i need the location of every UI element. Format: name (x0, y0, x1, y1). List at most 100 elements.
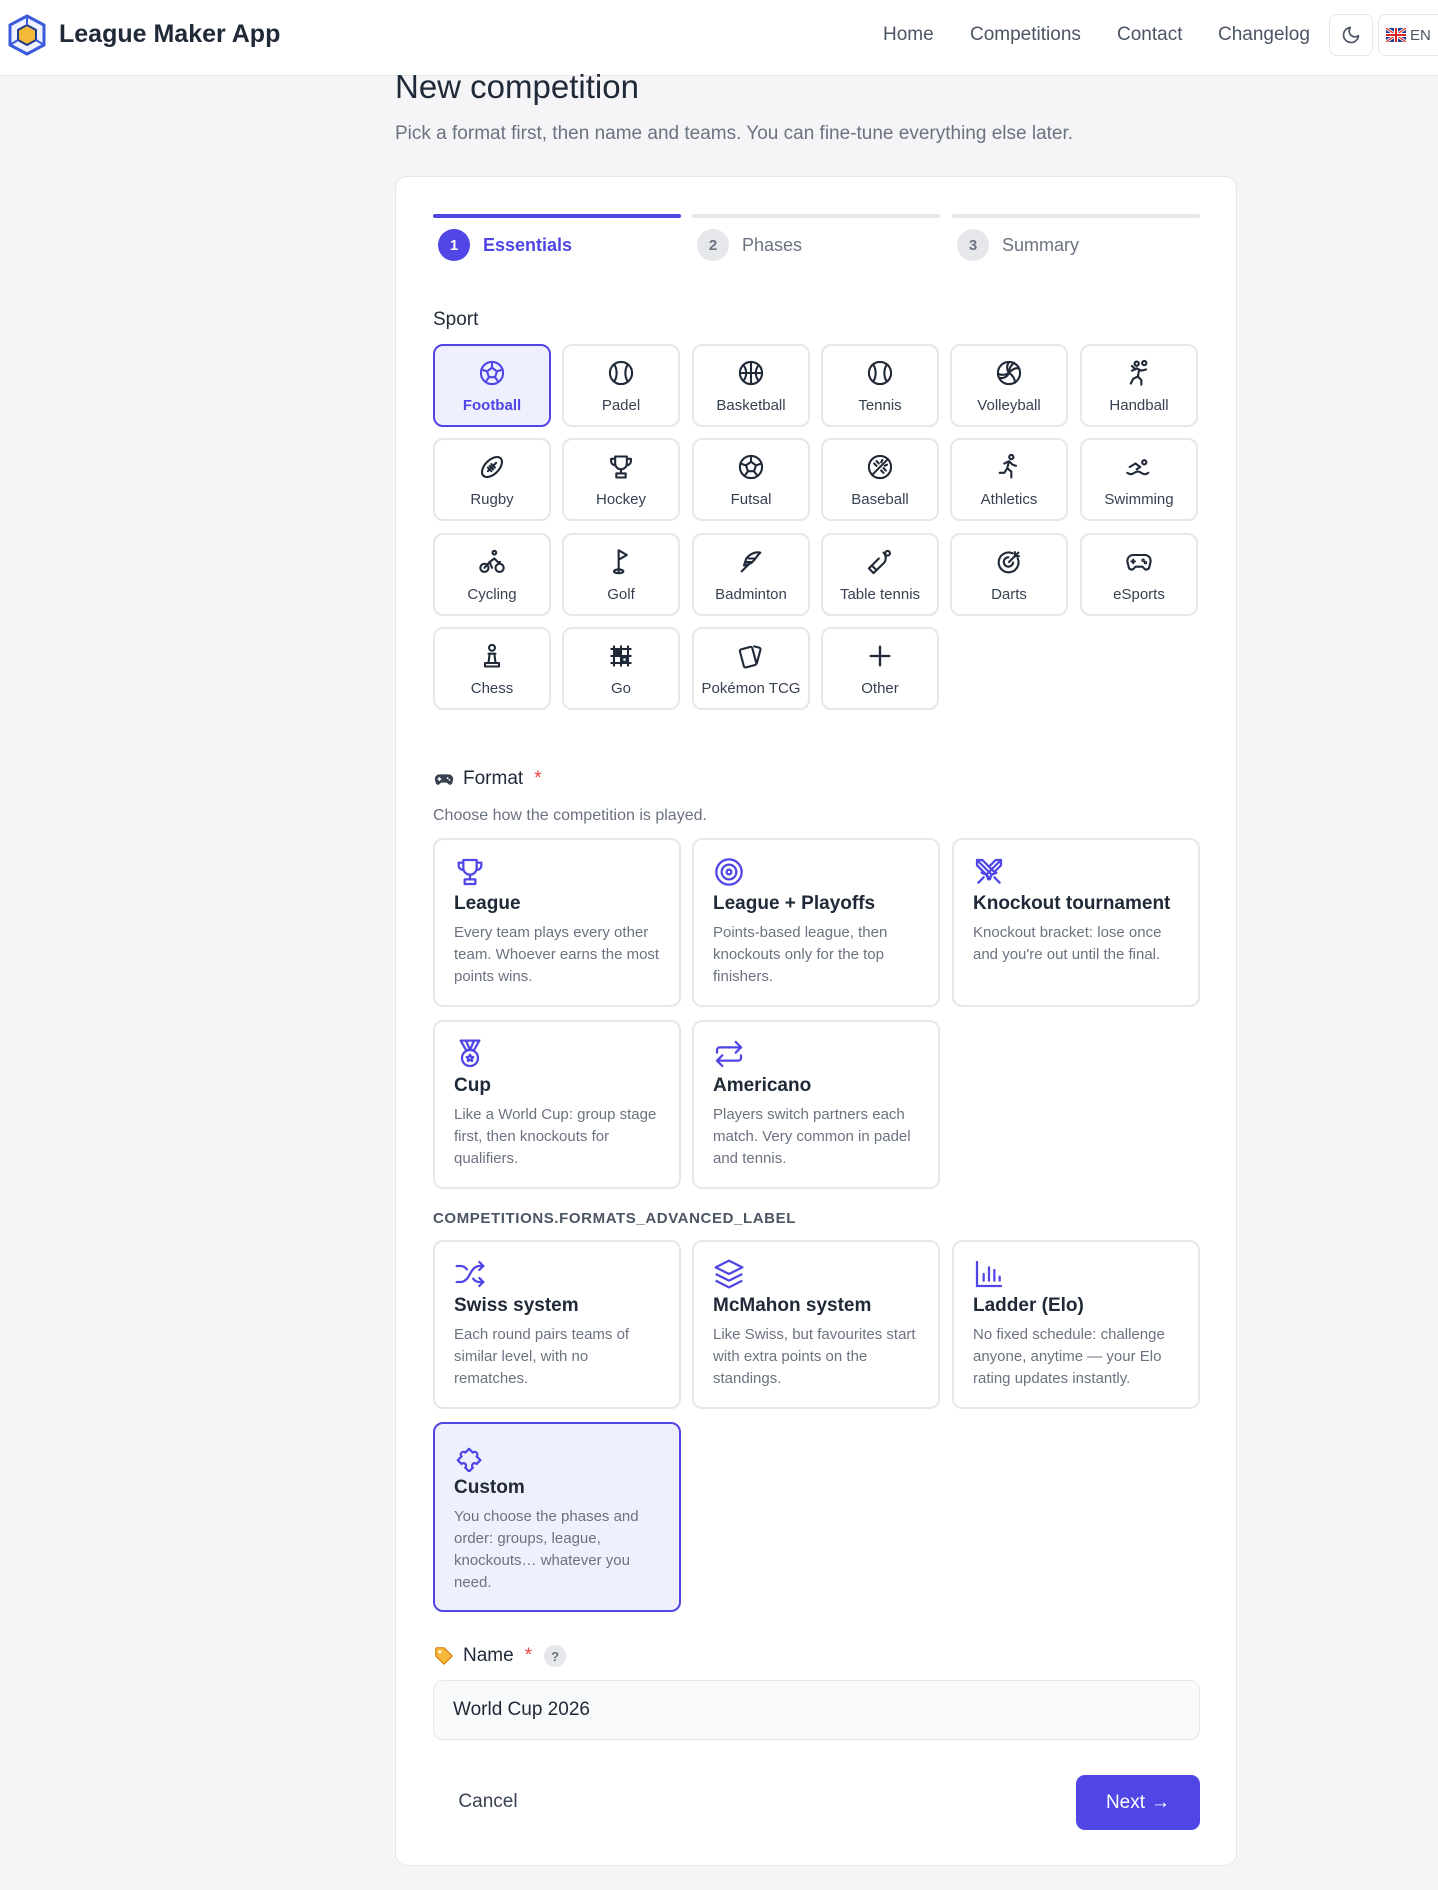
nav-changelog[interactable]: Changelog (1218, 24, 1310, 46)
format-description: No fixed schedule: challenge anyone, any… (973, 1326, 1165, 1387)
sport-tile-darts[interactable]: Darts (950, 533, 1068, 616)
format-card-cup[interactable]: Cup Like a World Cup: group stage first,… (433, 1020, 681, 1189)
format-card-league[interactable]: League Every team plays every other team… (433, 838, 681, 1007)
sport-label-text: eSports (1113, 585, 1165, 603)
sport-tile-baseball[interactable]: Baseball (821, 438, 939, 521)
next-button-label: Next (1105, 1791, 1146, 1813)
sport-tile-athletics[interactable]: Athletics (950, 438, 1068, 521)
format-heading: Format * (433, 768, 542, 790)
nav-competitions[interactable]: Competitions (970, 24, 1081, 46)
format-description: Like Swiss, but favourites start with ex… (713, 1326, 916, 1387)
sport-tile-tennis[interactable]: Tennis (821, 344, 939, 427)
format-description: Every team plays every other team. Whoev… (454, 924, 660, 985)
logo-icon[interactable] (5, 13, 49, 57)
format-card-swiss[interactable]: Swiss system Each round pairs teams of s… (433, 1240, 681, 1409)
sport-label-text: Futsal (730, 490, 772, 508)
step-essentials[interactable]: 1 Essentials (438, 229, 572, 261)
format-hint: Choose how the competition is played. (433, 807, 707, 824)
format-title: League + Playoffs (713, 893, 876, 914)
format-card-ladder[interactable]: Ladder (Elo) No fixed schedule: challeng… (952, 1240, 1200, 1409)
format-description: You choose the phases and order: groups,… (454, 1508, 639, 1591)
format-title: McMahon system (713, 1295, 872, 1316)
format-card-custom[interactable]: Custom You choose the phases and order: … (433, 1422, 681, 1612)
theme-toggle-button[interactable] (1329, 14, 1373, 56)
format-title: Ladder (Elo) (973, 1295, 1084, 1316)
target-icon (994, 547, 1024, 577)
sport-label: Sport (433, 309, 479, 330)
step-label: Essentials (483, 234, 573, 255)
plus-icon (865, 641, 895, 671)
trophy-icon (457, 858, 483, 886)
medal-icon (459, 1039, 481, 1068)
format-card-league-playoffs[interactable]: League + Playoffs Points-based league, t… (692, 838, 940, 1007)
sport-tile-rugby[interactable]: Rugby (433, 438, 551, 521)
advanced-formats-label: COMPETITIONS.FORMATS_ADVANCED_LABEL (433, 1210, 796, 1227)
sport-label-text: Go (610, 679, 631, 697)
handball-icon (1124, 358, 1154, 388)
sport-label-text: Table tennis (839, 585, 921, 603)
sport-tile-hockey[interactable]: Hockey (562, 438, 680, 521)
language-selector[interactable]: EN (1378, 14, 1438, 56)
swap-arrows-icon (715, 1040, 743, 1068)
sport-tile-basketball[interactable]: Basketball (692, 344, 810, 427)
name-label: Name (463, 1645, 514, 1666)
sport-tile-football[interactable]: Football (433, 344, 551, 427)
format-card-mcmahon[interactable]: McMahon system Like Swiss, but favourite… (692, 1240, 940, 1409)
required-marker: * (524, 1645, 533, 1666)
format-label: Format (463, 768, 524, 789)
sport-tile-handball[interactable]: Handball (1080, 344, 1198, 427)
sport-tile-pokemon-tcg[interactable]: Pokémon TCG (692, 627, 810, 710)
format-description: Players switch partners each match. Very… (713, 1106, 911, 1167)
sport-label-text: Basketball (716, 396, 786, 414)
sport-tile-cycling[interactable]: Cycling (433, 533, 551, 616)
language-code: EN (1410, 26, 1431, 44)
bike-icon (477, 547, 507, 577)
format-card-americano[interactable]: Americano Players switch partners each m… (692, 1020, 940, 1189)
swords-icon (975, 858, 1003, 884)
sport-label-text: Golf (607, 585, 635, 603)
sport-tile-volleyball[interactable]: Volleyball (950, 344, 1068, 427)
sport-tile-futsal[interactable]: Futsal (692, 438, 810, 521)
competition-name-input[interactable] (433, 1680, 1200, 1740)
sport-tile-swimming[interactable]: Swimming (1080, 438, 1198, 521)
sport-tile-esports[interactable]: eSports (1080, 533, 1198, 616)
nav-home[interactable]: Home (883, 24, 934, 46)
sport-tile-golf[interactable]: Golf (562, 533, 680, 616)
step-summary[interactable]: 3 Summary (957, 229, 1079, 261)
trophy-icon (606, 452, 636, 482)
step-phases[interactable]: 2 Phases (697, 229, 802, 261)
sport-label-text: Handball (1109, 396, 1169, 414)
golf-flag-icon (606, 547, 636, 577)
sport-tile-chess[interactable]: Chess (433, 627, 551, 710)
format-title: Cup (454, 1075, 491, 1096)
step-progress-2 (692, 214, 940, 218)
sport-tile-padel[interactable]: Padel (562, 344, 680, 427)
sport-label-text: Other (861, 679, 899, 697)
football-icon (736, 452, 766, 482)
next-button[interactable]: Next → (1076, 1775, 1200, 1830)
uk-flag-icon (1386, 28, 1406, 42)
moon-icon (1342, 26, 1360, 44)
name-heading: Name * ? (433, 1645, 567, 1667)
sport-label-text: Badminton (715, 585, 787, 603)
chess-pawn-icon (477, 641, 507, 671)
step-progress-1 (433, 214, 681, 218)
sport-tile-other[interactable]: Other (821, 627, 939, 710)
page-title: New competition (395, 68, 639, 105)
nav-contact[interactable]: Contact (1117, 24, 1182, 46)
sport-label-text: Hockey (595, 490, 647, 508)
help-icon[interactable]: ? (544, 1645, 567, 1667)
sport-tile-badminton[interactable]: Badminton (692, 533, 810, 616)
cancel-button[interactable]: Cancel (433, 1775, 543, 1829)
app-brand[interactable]: League Maker App (59, 20, 280, 49)
sport-label-text: Darts (991, 585, 1027, 603)
format-card-knockout[interactable]: Knockout tournament Knockout bracket: lo… (952, 838, 1200, 1007)
sport-tile-go[interactable]: Go (562, 627, 680, 710)
format-description: Like a World Cup: group stage first, the… (454, 1106, 657, 1167)
sport-label-text: Padel (601, 396, 641, 414)
sport-label-text: Swimming (1104, 490, 1174, 508)
step-progress-3 (952, 214, 1200, 218)
sport-tile-table-tennis[interactable]: Table tennis (821, 533, 939, 616)
sport-label-text: Baseball (851, 490, 909, 508)
sport-label-text: Athletics (980, 490, 1038, 508)
